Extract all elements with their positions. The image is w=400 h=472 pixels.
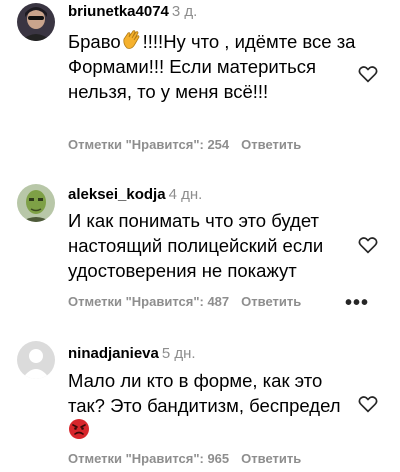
default-avatar-icon <box>17 341 55 379</box>
angry-face-icon <box>69 419 89 439</box>
comment-actions: Отметки "Нравится": 254 Ответить <box>68 137 301 152</box>
avatar[interactable] <box>17 184 55 222</box>
likes-count[interactable]: Отметки "Нравится": 965 <box>68 451 229 466</box>
heart-icon[interactable] <box>358 236 378 254</box>
more-options-icon[interactable]: ••• <box>345 293 369 313</box>
reply-button[interactable]: Ответить <box>241 137 301 152</box>
username[interactable]: aleksei_kodja <box>68 186 166 203</box>
username[interactable]: ninadjanieva <box>68 345 159 362</box>
timestamp: 4 дн. <box>168 186 203 203</box>
user-photo-icon <box>17 184 55 222</box>
comment-actions: Отметки "Нравится": 487 Ответить <box>68 294 301 309</box>
comment-text: И как понимать что это будет настоящий п… <box>68 210 324 281</box>
likes-count[interactable]: Отметки "Нравится": 254 <box>68 137 229 152</box>
comment-header: aleksei_kodja 4 дн. <box>68 186 202 203</box>
reply-button[interactable]: Ответить <box>241 294 301 309</box>
avatar[interactable] <box>17 341 55 379</box>
heart-icon[interactable] <box>358 65 378 83</box>
comment-text-content: Мало ли кто в форме, как это так? Это ба… <box>68 370 341 416</box>
likes-count[interactable]: Отметки "Нравится": 487 <box>68 294 229 309</box>
user-photo-icon <box>17 3 55 41</box>
comment-actions: Отметки "Нравится": 965 Ответить <box>68 451 301 466</box>
comment-text: Браво !!!!Ну что , идёмте все за Формами… <box>68 29 358 104</box>
comment-text-start: Браво <box>68 31 121 52</box>
clapping-hands-icon <box>123 30 140 49</box>
reply-button[interactable]: Ответить <box>241 451 301 466</box>
username[interactable]: briunetka4074 <box>68 3 169 20</box>
timestamp: 5 дн. <box>161 345 196 362</box>
comment-header: briunetka4074 3 д. <box>68 3 197 20</box>
comment-text: Мало ли кто в форме, как это так? Это ба… <box>68 368 358 443</box>
heart-icon[interactable] <box>358 395 378 413</box>
timestamp: 3 д. <box>171 3 198 20</box>
comment-header: ninadjanieva 5 дн. <box>68 345 196 362</box>
avatar[interactable] <box>17 3 55 41</box>
